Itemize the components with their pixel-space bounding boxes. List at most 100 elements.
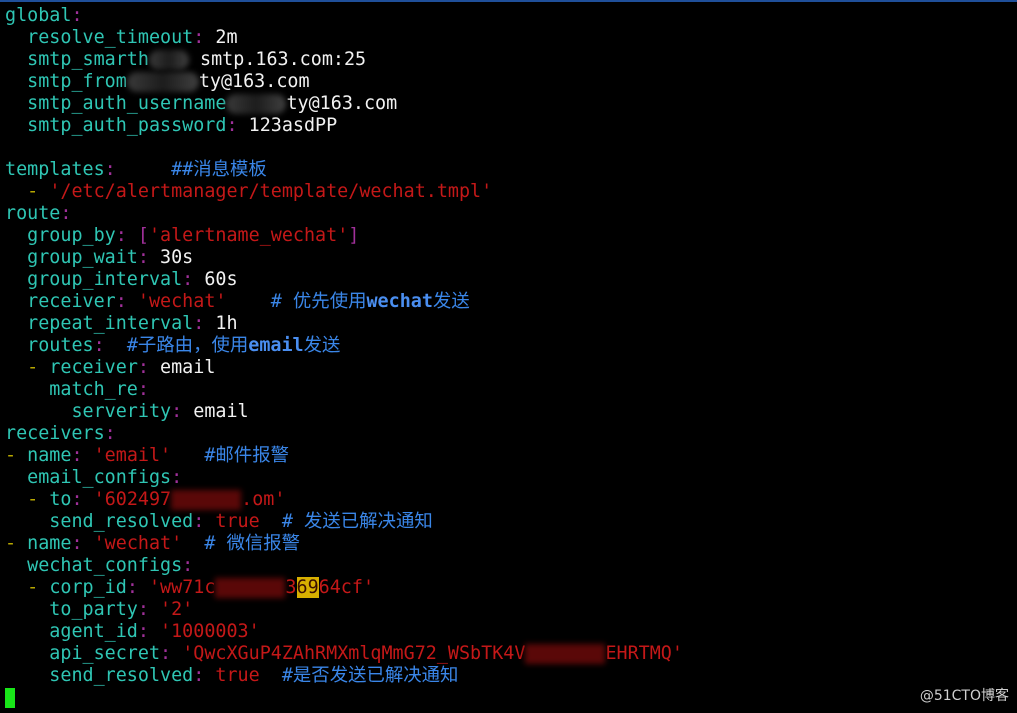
code-line: api_secret: 'QwcXGuP4ZAhRMXmlqMmG72_WSbT… bbox=[5, 643, 683, 665]
yaml-string: '2' bbox=[160, 599, 194, 620]
list-dash: - bbox=[27, 489, 39, 510]
yaml-value: ty@163.com bbox=[198, 71, 310, 92]
code-line: group_wait: 30s bbox=[5, 247, 683, 269]
yaml-punctuation: : bbox=[193, 665, 205, 686]
list-dash: - bbox=[27, 357, 39, 378]
yaml-key: send_resolved bbox=[49, 511, 194, 532]
yaml-comment: ##消息模板 bbox=[171, 159, 267, 180]
yaml-key: name bbox=[27, 533, 72, 554]
terminal-text-area[interactable]: global: resolve_timeout: 2m smtp_smarth … bbox=[5, 5, 683, 709]
code-line: group_by: ['alertname_wechat'] bbox=[5, 225, 683, 247]
yaml-comment: # 发送已解决通知 bbox=[281, 511, 433, 532]
yaml-punctuation: : bbox=[93, 335, 105, 356]
redacted-blur bbox=[226, 94, 287, 114]
yaml-value: 60s bbox=[193, 269, 238, 290]
code-line: - to: '602497 .om' bbox=[5, 489, 683, 511]
code-line: global: bbox=[5, 5, 683, 27]
list-dash: - bbox=[27, 181, 39, 202]
yaml-punctuation: : bbox=[115, 291, 127, 312]
yaml-punctuation: : bbox=[226, 115, 238, 136]
code-line: resolve_timeout: 2m bbox=[5, 27, 683, 49]
yaml-punctuation: : bbox=[171, 401, 183, 422]
yaml-key: smtp_auth_username bbox=[27, 93, 227, 114]
yaml-string: 64cf' bbox=[318, 577, 375, 598]
yaml-string: 'wechat' bbox=[137, 291, 227, 312]
yaml-punctuation: : bbox=[182, 269, 194, 290]
yaml-key: smtp_smarth bbox=[27, 49, 149, 70]
list-dash: - bbox=[5, 445, 17, 466]
yaml-punctuation: : bbox=[137, 621, 149, 642]
code-line: smtp_auth_password: 123asdPP bbox=[5, 115, 683, 137]
yaml-string: 'alertname_wechat' bbox=[148, 225, 349, 246]
yaml-string: 'email' bbox=[93, 445, 172, 466]
yaml-key: to_party bbox=[49, 599, 138, 620]
yaml-comment: # 微信报警 bbox=[204, 533, 301, 554]
yaml-string: .om' bbox=[241, 489, 286, 510]
yaml-punctuation: : bbox=[115, 225, 127, 246]
yaml-key: repeat_interval bbox=[27, 313, 194, 334]
yaml-key: email_configs bbox=[27, 467, 172, 488]
window-top-border bbox=[0, 0, 1017, 2]
code-line: send_resolved: true #是否发送已解决通知 bbox=[5, 665, 683, 687]
yaml-punctuation: ] bbox=[348, 225, 360, 246]
yaml-key: templates bbox=[5, 159, 105, 180]
code-line: smtp_smarth smtp.163.com:25 bbox=[5, 49, 683, 71]
yaml-punctuation: : bbox=[182, 555, 194, 576]
yaml-key: global bbox=[5, 5, 72, 26]
code-line: repeat_interval: 1h bbox=[5, 313, 683, 335]
yaml-key: receiver bbox=[49, 357, 138, 378]
code-line: - corp_id: 'ww71c 36964cf' bbox=[5, 577, 683, 599]
yaml-string: '1000003' bbox=[160, 621, 260, 642]
yaml-string: 3 bbox=[285, 577, 297, 598]
list-dash: - bbox=[27, 577, 39, 598]
code-line: - '/etc/alertmanager/template/wechat.tmp… bbox=[5, 181, 683, 203]
yaml-comment: #子路由，使用 bbox=[126, 335, 249, 356]
search-highlight: 69 bbox=[296, 577, 319, 598]
yaml-punctuation: : bbox=[104, 423, 116, 444]
yaml-key: route bbox=[5, 203, 61, 224]
yaml-string: true bbox=[215, 665, 260, 686]
yaml-punctuation: : bbox=[71, 5, 83, 26]
yaml-value: ty@163.com bbox=[286, 93, 398, 114]
yaml-string: 'QwcXGuP4ZAhRMXmlqMmG72_WSbTK4V bbox=[182, 643, 526, 664]
yaml-value: email bbox=[148, 357, 216, 378]
yaml-punctuation: : bbox=[104, 159, 116, 180]
code-line: - receiver: email bbox=[5, 357, 683, 379]
yaml-punctuation: : bbox=[71, 445, 83, 466]
code-line: templates: ##消息模板 bbox=[5, 159, 683, 181]
yaml-punctuation: : bbox=[193, 313, 205, 334]
redacted-blur bbox=[525, 644, 606, 664]
code-line: wechat_configs: bbox=[5, 555, 683, 577]
code-line: to_party: '2' bbox=[5, 599, 683, 621]
code-line: receiver: 'wechat' # 优先使用wechat发送 bbox=[5, 291, 683, 313]
code-line: send_resolved: true # 发送已解决通知 bbox=[5, 511, 683, 533]
yaml-punctuation: : bbox=[171, 467, 183, 488]
yaml-string: EHRTMQ' bbox=[605, 643, 683, 664]
yaml-punctuation: : bbox=[126, 577, 138, 598]
yaml-key: receiver bbox=[27, 291, 116, 312]
